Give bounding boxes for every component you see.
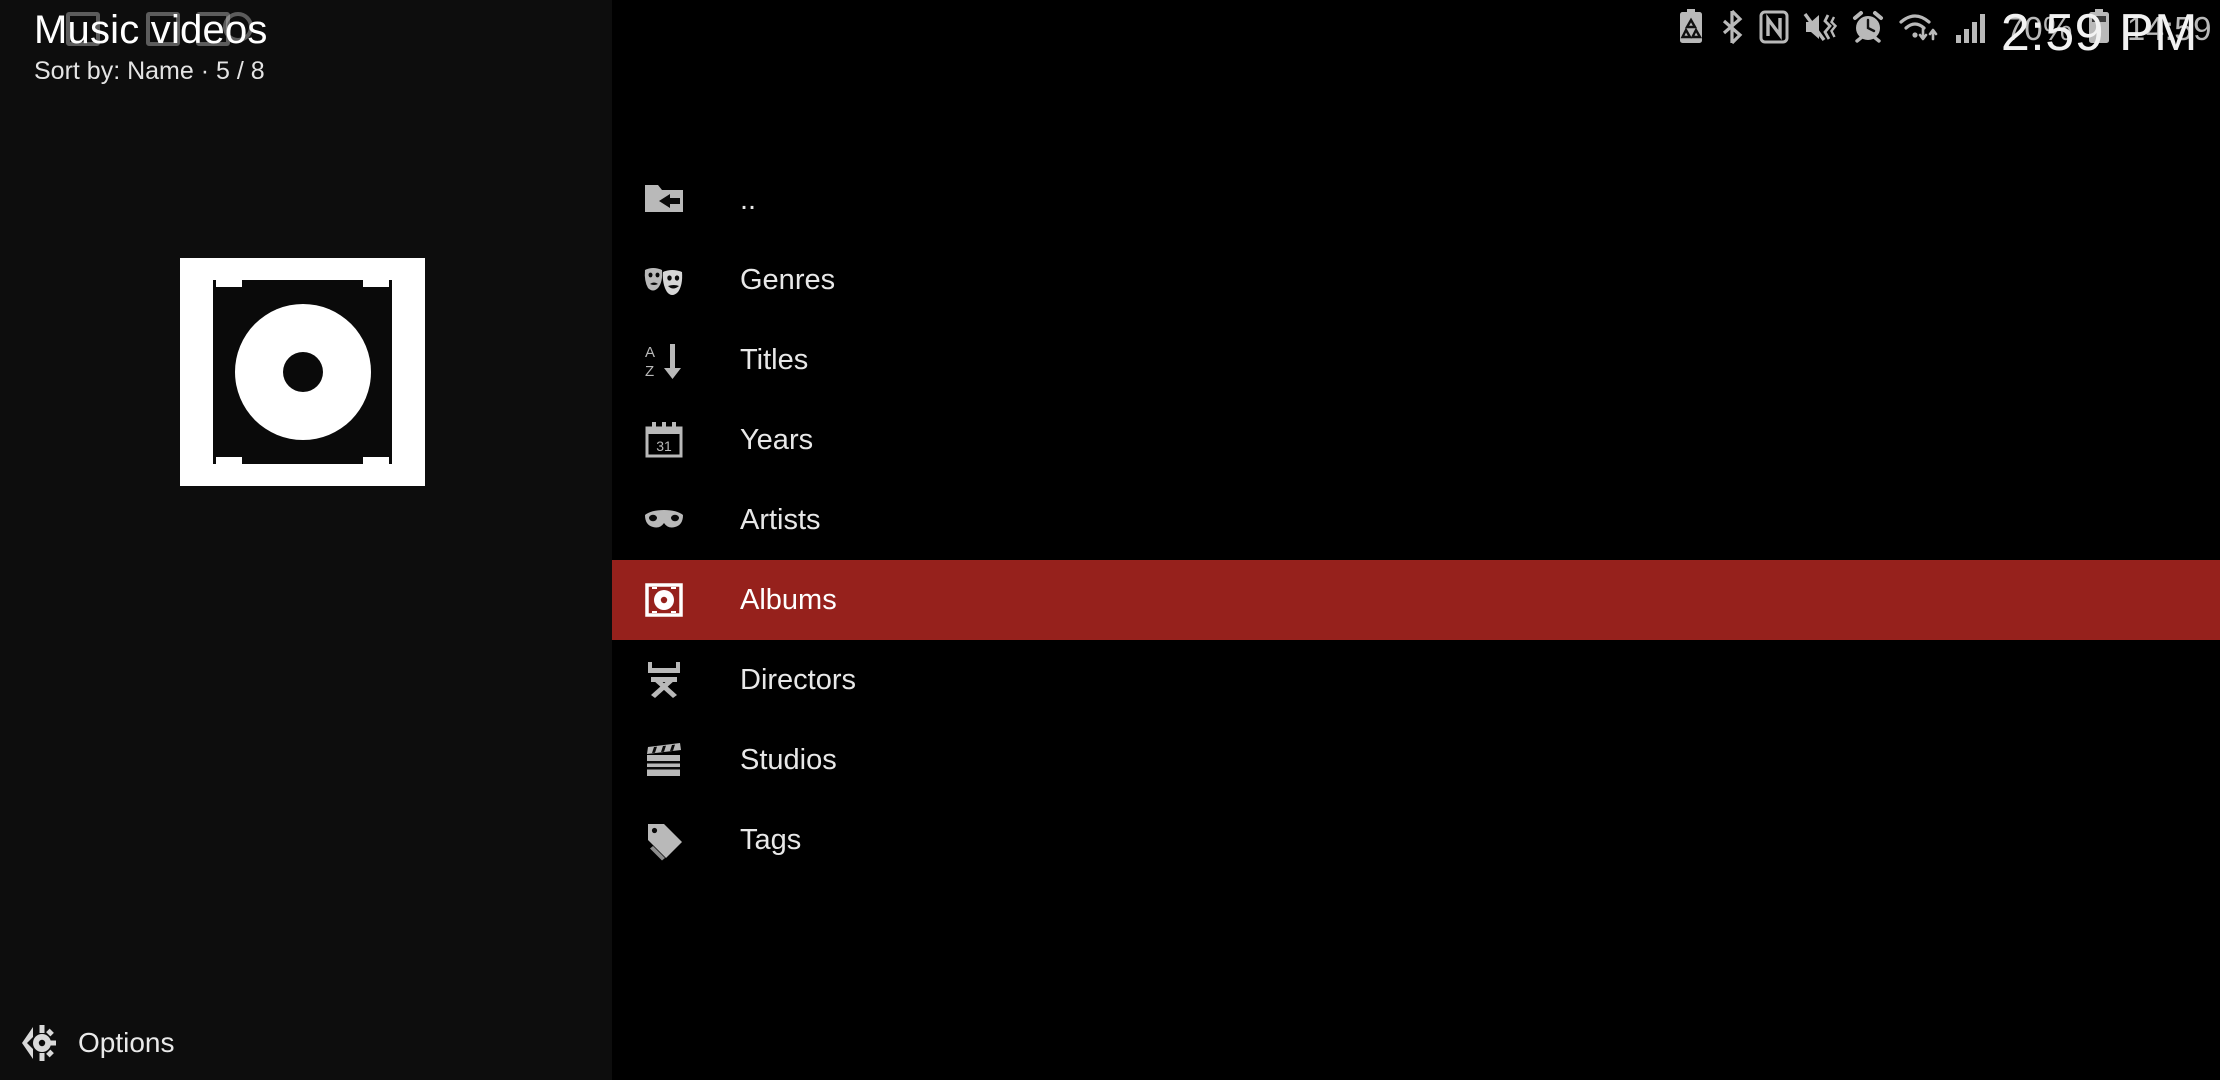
theater-masks-icon bbox=[642, 258, 686, 302]
back-gear-icon bbox=[14, 1021, 58, 1065]
list-item-label: .. bbox=[740, 184, 757, 216]
clapperboard-icon bbox=[642, 738, 686, 782]
list-item-genres[interactable]: Genres bbox=[612, 240, 2220, 320]
list-item-label: Albums bbox=[740, 584, 837, 616]
list-item-years[interactable]: 31 Years bbox=[612, 400, 2220, 480]
sort-info: Sort by: Name · 5 / 8 bbox=[34, 57, 265, 85]
svg-text:A: A bbox=[645, 344, 655, 361]
options-label: Options bbox=[78, 1027, 175, 1058]
list-item-parent-folder[interactable]: .. bbox=[612, 160, 2220, 240]
list-item-label: Artists bbox=[740, 504, 821, 536]
category-list: .. Genres A Z Titles 31 Years Artists Al… bbox=[612, 0, 2220, 1080]
alarm-clock-icon bbox=[1851, 9, 1885, 50]
case-tab-top-left bbox=[216, 280, 242, 287]
list-item-directors[interactable]: Directors bbox=[612, 640, 2220, 720]
battery-saver-icon bbox=[1677, 8, 1705, 50]
list-item-label: Years bbox=[740, 424, 814, 456]
tag-icon bbox=[642, 818, 686, 862]
list-item-studios[interactable]: Studios bbox=[612, 720, 2220, 800]
volume-mute-vibrate-icon bbox=[1803, 9, 1838, 50]
cellular-signal-icon bbox=[1955, 9, 1987, 50]
list-item-label: Titles bbox=[740, 344, 809, 376]
case-tab-bottom-right bbox=[363, 457, 389, 464]
list-item-tags[interactable]: Tags bbox=[612, 800, 2220, 880]
calendar-icon: 31 bbox=[642, 418, 686, 462]
list-item-label: Tags bbox=[740, 824, 802, 856]
list-item-label: Directors bbox=[740, 664, 857, 696]
album-disc bbox=[234, 304, 371, 440]
list-item-titles[interactable]: A Z Titles bbox=[612, 320, 2220, 400]
svg-text:31: 31 bbox=[656, 438, 672, 454]
folder-back-icon bbox=[642, 178, 686, 222]
case-tab-top-right bbox=[363, 280, 389, 287]
list-item-label: Genres bbox=[740, 264, 836, 296]
album-case-icon bbox=[180, 258, 425, 486]
kodi-music-videos-screen: Music videos Sort by: Name · 5 / 8 Optio… bbox=[0, 0, 2220, 1080]
bluetooth-icon bbox=[1719, 9, 1745, 50]
options-button[interactable]: Options bbox=[14, 1021, 175, 1065]
list-item-artists[interactable]: Artists bbox=[612, 480, 2220, 560]
list-item-albums[interactable]: Albums bbox=[612, 560, 2220, 640]
album-case-inner bbox=[213, 280, 392, 464]
director-chair-icon bbox=[642, 658, 686, 702]
page-title: Music videos bbox=[34, 8, 268, 52]
wifi-icon bbox=[1899, 9, 1941, 50]
sort-az-icon: A Z bbox=[642, 338, 686, 382]
album-disc-icon bbox=[642, 578, 686, 622]
svg-text:Z: Z bbox=[645, 363, 654, 380]
album-disc-hub bbox=[282, 352, 323, 392]
case-tab-bottom-left bbox=[216, 457, 242, 464]
mask-icon bbox=[642, 498, 686, 542]
info-panel: Music videos Sort by: Name · 5 / 8 Optio… bbox=[0, 0, 612, 1080]
kodi-clock: 2:59 PM bbox=[2000, 4, 2198, 62]
list-item-label: Studios bbox=[740, 744, 837, 776]
nfc-icon bbox=[1759, 9, 1789, 50]
